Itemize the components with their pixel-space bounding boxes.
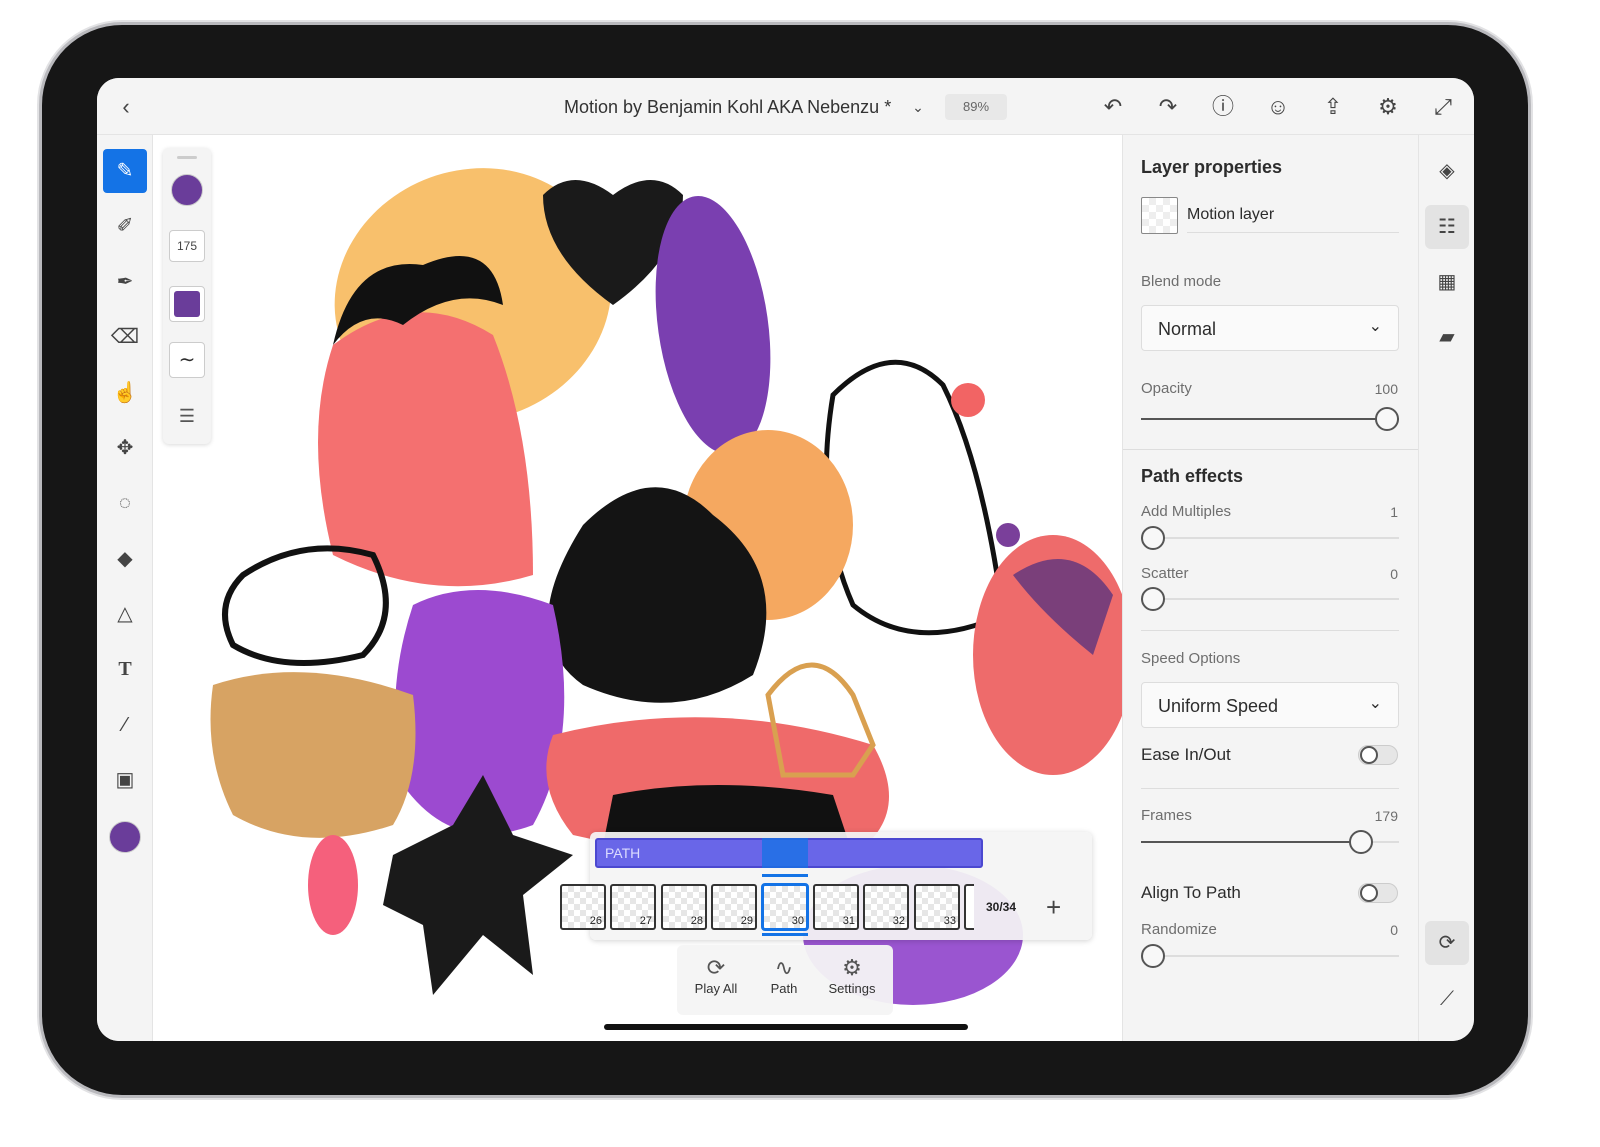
timeline-panel: PATH 26 27 28 29 30 31 32 33 30/34 + [560, 832, 1092, 940]
frame-thumb-partial[interactable] [964, 884, 974, 930]
frames-label: Frames [1141, 807, 1192, 824]
frames-value: 179 [1374, 808, 1398, 824]
scatter-label: Scatter [1141, 565, 1189, 582]
scatter-slider[interactable] [1141, 587, 1399, 611]
ease-in-out-label: Ease In/Out [1141, 745, 1231, 764]
right-icon-rail: ◈ ☷ ▦ ▰ ⟳ ⟋ [1418, 135, 1474, 1041]
ease-in-out-toggle[interactable] [1358, 745, 1398, 765]
frame-thumb[interactable]: 32 [863, 884, 909, 930]
home-indicator [604, 1024, 968, 1030]
frame-thumb[interactable]: 27 [610, 884, 656, 930]
path-track-label: PATH [605, 845, 641, 861]
frame-thumb[interactable]: 33 [914, 884, 960, 930]
pixel-brush-tool[interactable]: ✎ [103, 149, 147, 193]
add-multiples-value: 1 [1390, 504, 1398, 520]
title-chevron-down-icon[interactable]: ⌄ [905, 94, 931, 120]
top-bar: ‹ Motion by Benjamin Kohl AKA Nebenzu * … [97, 78, 1474, 135]
layer-properties-icon[interactable]: ☷ [1425, 205, 1469, 249]
type-tool[interactable]: T [103, 647, 147, 691]
drag-handle[interactable] [177, 156, 197, 159]
vector-brush-tool[interactable]: ✒ [103, 260, 147, 304]
speed-options-dropdown[interactable]: Uniform Speed ⌄ [1141, 682, 1399, 728]
grid-icon[interactable]: ▦ [1425, 260, 1469, 304]
brush-preview-icon[interactable] [171, 174, 203, 206]
zoom-level[interactable]: 89% [945, 94, 1007, 120]
eyedropper-tool[interactable]: ⁄ [103, 703, 147, 747]
brush-sub-toolbar: 175 ∼ ☰ [163, 148, 211, 444]
shapes-tool[interactable]: △ [103, 592, 147, 636]
scatter-value: 0 [1390, 566, 1398, 582]
layer-thumbnail [1141, 197, 1178, 234]
ruler-icon[interactable]: ⟋ [1425, 977, 1469, 1021]
layer-name-field[interactable]: Motion layer [1187, 206, 1274, 224]
document-title[interactable]: Motion by Benjamin Kohl AKA Nebenzu * [564, 97, 891, 118]
add-frame-plus-icon[interactable]: + [1046, 892, 1061, 923]
layer-properties-heading: Layer properties [1141, 157, 1283, 177]
back-chevron-icon[interactable]: ‹ [113, 94, 139, 120]
left-toolbar: ✎ ✐ ✒ ⌫ ☝ ✥ ◌ ◆ △ T ⁄ ▣ [97, 135, 153, 1041]
motion-bottom-bar: ⟳ Play All ∿ Path ⚙ Settings [677, 945, 893, 1015]
undo-icon[interactable]: ↶ [1100, 94, 1126, 120]
motion-icon[interactable]: ⟳ [1425, 921, 1469, 965]
lasso-select-tool[interactable]: ◌ [103, 481, 147, 525]
frame-thumb[interactable]: 26 [560, 884, 606, 930]
randomize-slider[interactable] [1141, 944, 1399, 968]
speed-options-label: Speed Options [1141, 650, 1241, 667]
current-color-swatch[interactable] [103, 814, 147, 858]
brush-size-field[interactable]: 175 [169, 230, 205, 262]
layer-properties-panel: Layer properties Motion layer Blend mode… [1122, 135, 1419, 1041]
stroke-smoothing-icon[interactable]: ∼ [169, 342, 205, 378]
frame-thumb[interactable]: 31 [813, 884, 859, 930]
invite-user-icon[interactable]: ☺ [1265, 94, 1291, 120]
chevron-down-icon: ⌄ [1368, 318, 1382, 335]
settings-button[interactable]: ⚙ Settings [817, 955, 887, 996]
place-image-tool[interactable]: ▣ [103, 758, 147, 802]
opacity-slider[interactable] [1141, 407, 1399, 431]
comments-icon[interactable]: ▰ [1425, 315, 1469, 359]
path-effects-heading: Path effects [1141, 466, 1244, 486]
opacity-label: Opacity [1141, 380, 1192, 397]
live-brush-tool[interactable]: ✐ [103, 204, 147, 248]
path-button[interactable]: ∿ Path [749, 955, 819, 996]
frame-counter: 30/34 [986, 900, 1017, 914]
frame-thumb[interactable]: 29 [711, 884, 757, 930]
frame-thumb-current[interactable]: 30 [762, 884, 808, 930]
frame-thumb[interactable]: 28 [661, 884, 707, 930]
blend-mode-dropdown[interactable]: Normal ⌄ [1141, 305, 1399, 351]
blend-mode-label: Blend mode [1141, 273, 1222, 290]
fill-tool[interactable]: ◆ [103, 537, 147, 581]
fullscreen-icon[interactable]: ⤢ [1430, 94, 1456, 120]
randomize-value: 0 [1390, 922, 1398, 938]
app-screen: ‹ Motion by Benjamin Kohl AKA Nebenzu * … [97, 78, 1474, 1041]
share-icon[interactable]: ⇪ [1320, 94, 1346, 120]
frames-slider[interactable] [1141, 830, 1399, 854]
color-square-button[interactable] [169, 286, 205, 322]
brush-settings-icon[interactable]: ☰ [169, 398, 205, 434]
layers-icon[interactable]: ◈ [1425, 149, 1469, 193]
align-to-path-toggle[interactable] [1358, 883, 1398, 903]
settings-gear-icon: ⚙ [842, 955, 862, 980]
move-transform-tool[interactable]: ✥ [103, 426, 147, 470]
redo-icon[interactable]: ↷ [1155, 94, 1181, 120]
chevron-down-icon: ⌄ [1368, 695, 1382, 712]
play-all-button[interactable]: ⟳ Play All [681, 955, 751, 996]
randomize-label: Randomize [1141, 921, 1217, 938]
opacity-value: 100 [1374, 381, 1398, 397]
add-multiples-label: Add Multiples [1141, 503, 1232, 520]
smudge-tool[interactable]: ☝ [103, 371, 147, 415]
align-to-path-label: Align To Path [1141, 883, 1241, 902]
path-icon: ∿ [774, 955, 794, 980]
add-multiples-slider[interactable] [1141, 526, 1399, 550]
settings-gear-icon[interactable]: ⚙ [1375, 94, 1401, 120]
eraser-tool[interactable]: ⌫ [103, 315, 147, 359]
play-all-icon: ⟳ [706, 955, 726, 980]
help-icon[interactable]: ⓘ [1210, 94, 1236, 120]
